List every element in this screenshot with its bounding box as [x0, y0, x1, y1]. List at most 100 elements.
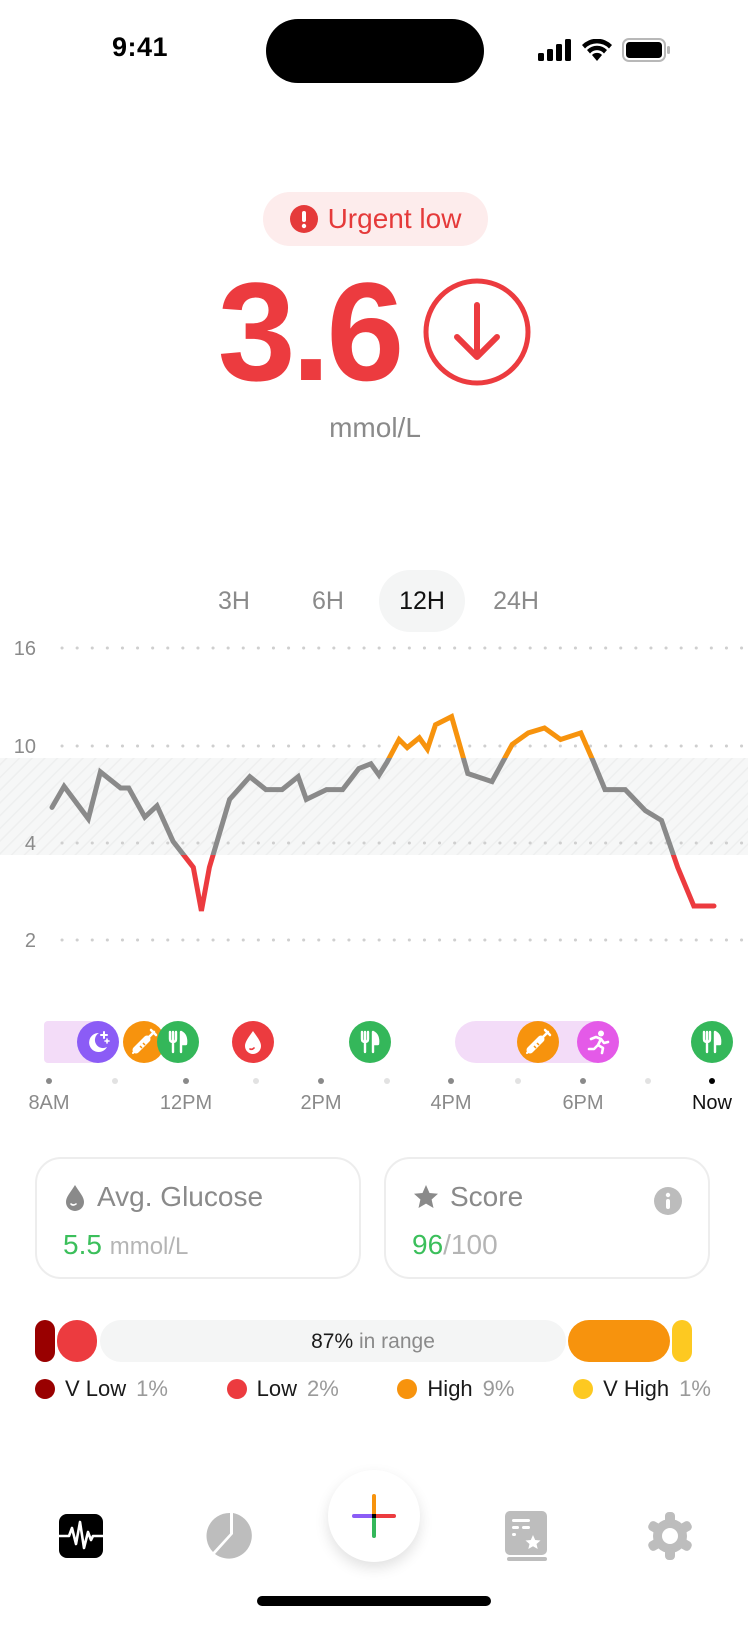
- avg-glucose-unit: mmol/L: [109, 1233, 189, 1260]
- tick-dot: [46, 1078, 52, 1084]
- dynamic-island: [266, 19, 484, 83]
- running-icon: [587, 1030, 610, 1055]
- tick-label: 6PM: [562, 1092, 604, 1114]
- in-range-text: in range: [358, 1330, 435, 1353]
- score-title: Score: [412, 1181, 523, 1213]
- tab-3h[interactable]: 3H: [191, 570, 277, 632]
- tab-6h[interactable]: 6H: [285, 570, 371, 632]
- home-indicator: [257, 1596, 491, 1606]
- legend-pct: 1%: [136, 1376, 168, 1401]
- exclamation-circle-icon: [289, 205, 318, 233]
- tick-dot: [448, 1078, 454, 1084]
- tick-dot: [318, 1078, 324, 1084]
- legend-pct: 2%: [306, 1376, 339, 1401]
- tick-label: 2PM: [300, 1092, 342, 1114]
- legend-dot: [35, 1379, 55, 1399]
- drop-icon: [66, 1185, 84, 1211]
- alert-label: Urgent low: [327, 203, 462, 234]
- tab-24h[interactable]: 24H: [473, 570, 559, 632]
- gear-icon: [648, 1512, 692, 1560]
- info-icon[interactable]: [654, 1187, 682, 1215]
- star-icon: [414, 1185, 438, 1208]
- status-bar: 9:41: [0, 0, 750, 100]
- current-reading: 3.6: [0, 262, 750, 402]
- event-meal[interactable]: [349, 1021, 391, 1063]
- legend-label: Low: [256, 1376, 297, 1401]
- tick-label: 12PM: [159, 1092, 213, 1114]
- event-meal[interactable]: [691, 1021, 733, 1063]
- legend-dot: [573, 1379, 594, 1399]
- fork-knife-icon: [360, 1030, 380, 1054]
- score-card[interactable]: Score 96/100: [384, 1157, 710, 1279]
- tab-journal[interactable]: [496, 1506, 556, 1566]
- plus-icon: [352, 1494, 396, 1538]
- tick-dot-minor: [515, 1078, 521, 1084]
- event-blood-glucose[interactable]: [232, 1021, 274, 1063]
- tab-reports[interactable]: [201, 1506, 261, 1566]
- range-legend: V Low 1% Low 2% High 9% V High 1%: [35, 1376, 711, 1402]
- arrow-down-circle-icon: [423, 278, 531, 386]
- tick-dot: [183, 1078, 189, 1084]
- urgent-low-badge: Urgent low: [263, 192, 488, 246]
- event-insulin[interactable]: [517, 1021, 559, 1063]
- legend-label: V High: [603, 1376, 670, 1401]
- tab-glucose[interactable]: [51, 1506, 111, 1566]
- y-tick-label: 4: [25, 833, 36, 855]
- fork-knife-icon: [702, 1030, 722, 1054]
- avg-glucose-number: 5.5: [63, 1229, 102, 1260]
- tick-label-now: Now: [691, 1092, 733, 1114]
- time-axis: 8AM 12PM 2PM 4PM 6PM Now: [0, 1074, 750, 1134]
- tick-label: 4PM: [430, 1092, 472, 1114]
- blood-drop-icon: [245, 1031, 261, 1054]
- glucose-chart: 16 10 4 2: [0, 640, 750, 952]
- moon-icon: [89, 1031, 110, 1052]
- avg-glucose-card[interactable]: Avg. Glucose 5.5 mmol/L: [35, 1157, 361, 1279]
- time-in-range-bar: 87% in range: [35, 1320, 711, 1362]
- score-number: 96: [412, 1229, 444, 1260]
- tab-settings[interactable]: [640, 1506, 700, 1566]
- legend-high: High 9%: [397, 1376, 514, 1402]
- legend-dot: [226, 1379, 247, 1399]
- legend-very-low: V Low 1%: [35, 1376, 168, 1402]
- legend-dot: [397, 1379, 418, 1399]
- book-star-icon: [505, 1511, 547, 1561]
- legend-label: V Low: [65, 1376, 127, 1401]
- score-label: Score: [450, 1181, 524, 1212]
- syringe-icon: [132, 1028, 158, 1054]
- y-tick-label: 16: [14, 640, 36, 660]
- tick-dot-minor: [112, 1078, 118, 1084]
- battery-icon: [622, 38, 670, 62]
- event-timeline: [0, 1018, 750, 1066]
- score-value: 96/100: [412, 1229, 498, 1261]
- tick-dot-minor: [384, 1078, 390, 1084]
- tab-bar: [0, 1470, 750, 1570]
- wifi-icon: [582, 39, 612, 61]
- avg-glucose-title: Avg. Glucose: [63, 1181, 263, 1213]
- tab-12h[interactable]: 12H: [379, 570, 465, 632]
- target-range-band: [0, 758, 748, 855]
- event-sleep[interactable]: [77, 1021, 119, 1063]
- avg-glucose-label: Avg. Glucose: [97, 1181, 264, 1212]
- event-meal[interactable]: [157, 1021, 199, 1063]
- event-exercise[interactable]: [577, 1021, 619, 1063]
- legend-pct: 1%: [679, 1376, 711, 1401]
- y-tick-label: 2: [25, 930, 36, 952]
- time-range-tabs: 3H 6H 12H 24H: [0, 570, 750, 632]
- legend-pct: 9%: [482, 1376, 515, 1401]
- legend-low: Low 2%: [226, 1376, 339, 1402]
- add-entry-button[interactable]: [328, 1470, 420, 1562]
- legend-very-high: V High 1%: [573, 1376, 711, 1402]
- status-icons: [538, 38, 670, 62]
- cellular-signal-icon: [538, 39, 571, 61]
- heartbeat-icon: [57, 1514, 105, 1558]
- syringe-icon: [526, 1028, 552, 1054]
- pie-chart-icon: [206, 1512, 252, 1559]
- tick-dot-now: [709, 1078, 715, 1084]
- in-range-label: 87% in range: [35, 1330, 711, 1354]
- tick-label: 8AM: [28, 1092, 70, 1114]
- score-max: /100: [443, 1229, 498, 1260]
- tick-dot: [580, 1078, 586, 1084]
- status-time: 9:41: [112, 32, 169, 62]
- legend-label: High: [427, 1376, 473, 1401]
- tick-dot-minor: [253, 1078, 259, 1084]
